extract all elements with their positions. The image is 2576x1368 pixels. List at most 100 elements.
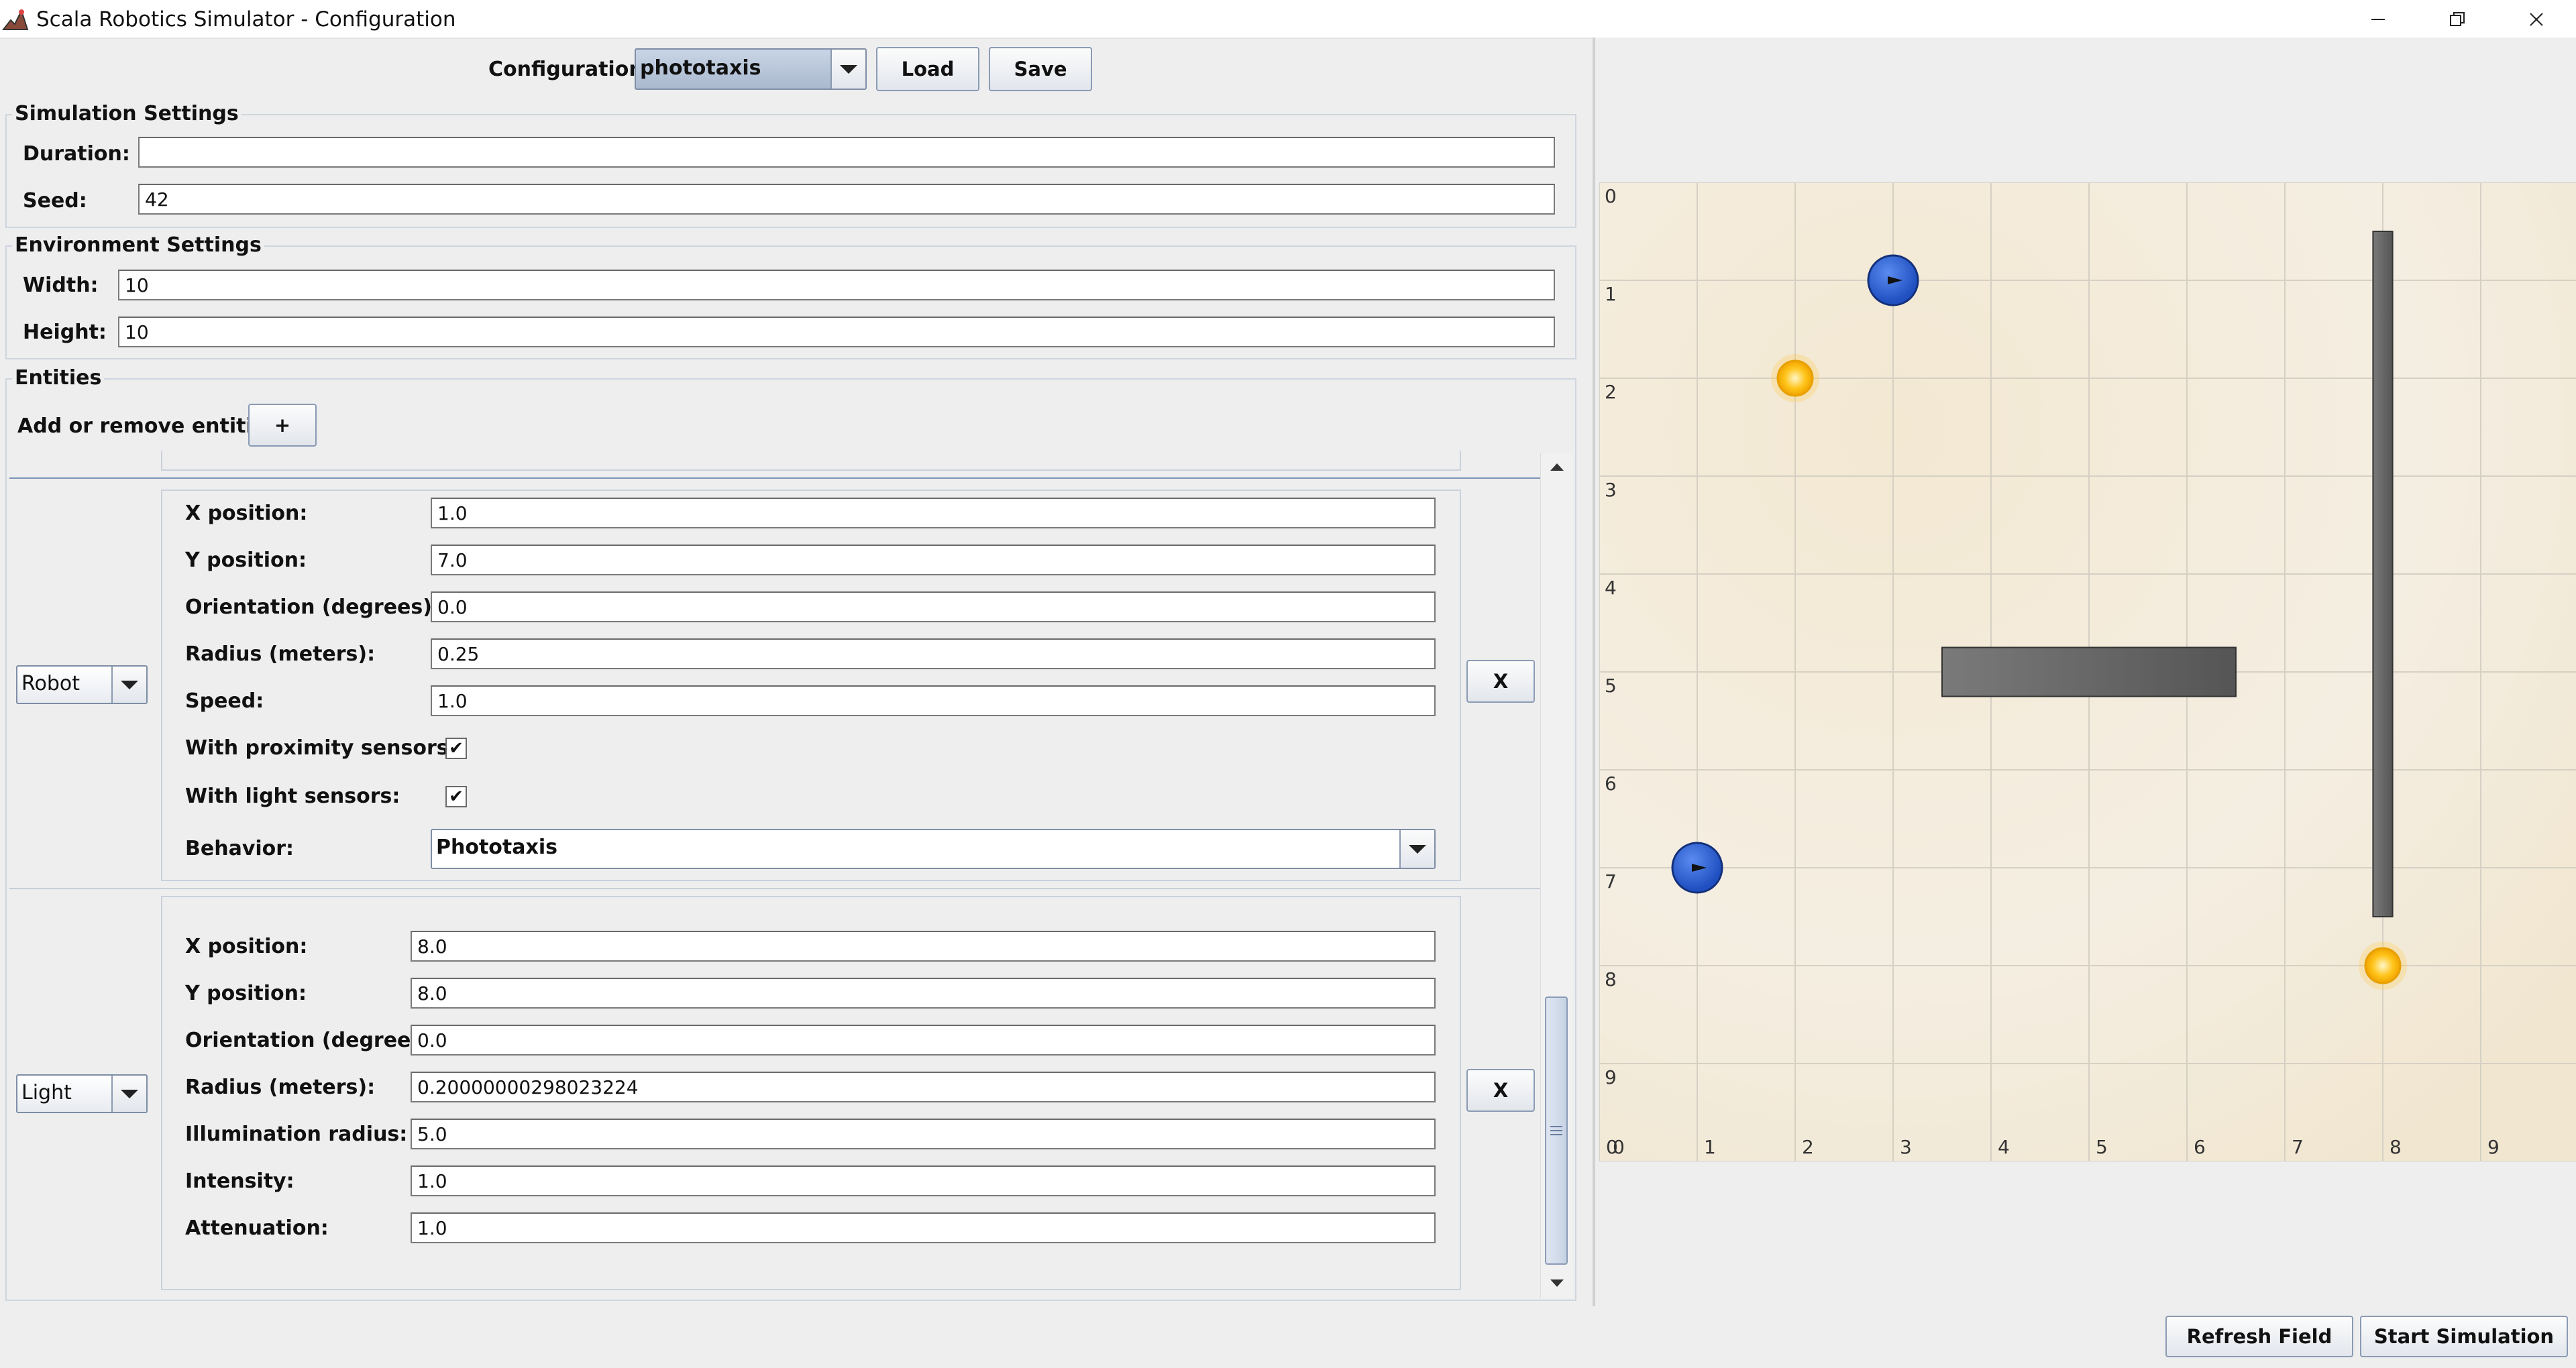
- robot-behavior-dropdown-arrow[interactable]: [1399, 830, 1434, 868]
- light-orientation-input[interactable]: [411, 1025, 1436, 1056]
- robot-remove-button[interactable]: X: [1466, 660, 1535, 703]
- robot-proximity-checkbox[interactable]: ✔: [445, 738, 467, 759]
- robot-type-select[interactable]: Robot: [16, 665, 148, 704]
- x-tick-label: 3: [1900, 1136, 1912, 1158]
- robot-light-sensors-checkbox[interactable]: ✔: [445, 786, 467, 807]
- robot-light-sensors-label: With light sensors:: [185, 785, 400, 808]
- light-core: [2364, 947, 2402, 984]
- light-source: [2359, 942, 2407, 990]
- restore-button[interactable]: [2418, 0, 2497, 39]
- light-entity-panel: X position: Y position: Orientation (deg…: [161, 896, 1461, 1290]
- entities-title: Entities: [12, 365, 105, 392]
- height-label: Height:: [23, 321, 107, 344]
- y-tick-label: 8: [1605, 968, 1617, 990]
- configuration-select[interactable]: phototaxis: [635, 48, 867, 90]
- duration-label: Duration:: [23, 142, 130, 166]
- y-tick-label: 5: [1605, 675, 1617, 697]
- y-tick-label: 4: [1605, 577, 1617, 599]
- x-tick-label: 8: [2390, 1136, 2402, 1158]
- environment-settings-title: Environment Settings: [12, 232, 264, 259]
- simulation-field[interactable]: 01234567890 1 2 3 4 5 6 7 8 90: [1599, 182, 2576, 1161]
- seed-input[interactable]: [138, 184, 1555, 215]
- x-tick-label: 6: [2194, 1136, 2206, 1158]
- add-remove-label: Add or remove entities:: [17, 414, 286, 438]
- scroll-thumb[interactable]: [1545, 996, 1568, 1265]
- seed-label: Seed:: [23, 189, 87, 213]
- light-intensity-input[interactable]: [411, 1165, 1436, 1196]
- restore-icon: [2450, 12, 2465, 26]
- title-bar: Scala Robotics Simulator - Configuration: [0, 0, 2576, 39]
- x-tick-label: 2: [1802, 1136, 1814, 1158]
- obstacle: [2372, 231, 2394, 917]
- y-tick-label: 3: [1605, 479, 1617, 501]
- chevron-down-icon: [121, 1089, 138, 1098]
- robot-behavior-select[interactable]: Phototaxis: [431, 829, 1436, 869]
- window-title: Scala Robotics Simulator - Configuration: [36, 7, 456, 32]
- entity-separator: [9, 888, 1540, 889]
- light-type-select[interactable]: Light: [16, 1074, 148, 1113]
- entity-separator: [9, 477, 1540, 479]
- configuration-dropdown-arrow[interactable]: [830, 50, 865, 89]
- light-type-value: Light: [21, 1081, 72, 1104]
- y-tick-label: 6: [1605, 773, 1617, 795]
- robot-type-dropdown-arrow[interactable]: [111, 667, 146, 703]
- minimize-button[interactable]: [2339, 0, 2418, 39]
- scroll-down-button[interactable]: [1542, 1270, 1572, 1297]
- light-x-label: X position:: [185, 935, 308, 958]
- checkmark-icon: ✔: [449, 738, 464, 758]
- robot-orientation-input[interactable]: [431, 591, 1436, 622]
- entities-scrollbar[interactable]: [1540, 453, 1572, 1298]
- configuration-label: Configuration:: [488, 58, 651, 81]
- simulation-settings-title: Simulation Settings: [12, 101, 241, 127]
- chevron-down-icon: [121, 680, 138, 689]
- light-illumination-label: Illumination radius:: [185, 1123, 408, 1146]
- light-source: [1771, 354, 1819, 402]
- obstacle: [1941, 646, 2237, 697]
- robot-x-input[interactable]: [431, 498, 1436, 528]
- x-tick-label: 5: [2096, 1136, 2108, 1158]
- robot-y-input[interactable]: [431, 545, 1436, 575]
- y-tick-label: 1: [1605, 283, 1617, 305]
- light-attenuation-label: Attenuation:: [185, 1216, 329, 1240]
- x-tick-label: 7: [2292, 1136, 2304, 1158]
- robot-speed-label: Speed:: [185, 689, 264, 713]
- refresh-field-button[interactable]: Refresh Field: [2165, 1316, 2353, 1357]
- light-radius-label: Radius (meters):: [185, 1076, 376, 1099]
- light-attenuation-input[interactable]: [411, 1212, 1436, 1243]
- checkmark-icon: ✔: [449, 787, 464, 807]
- robot-proximity-label: With proximity sensors:: [185, 736, 457, 760]
- robot-radius-input[interactable]: [431, 638, 1436, 669]
- scroll-up-button[interactable]: [1542, 453, 1572, 480]
- light-radius-input[interactable]: [411, 1072, 1436, 1102]
- robot: [1867, 254, 1919, 306]
- entities-scroll-area[interactable]: Robot X position: Y position: Orientatio…: [9, 451, 1540, 1298]
- light-y-input[interactable]: [411, 978, 1436, 1009]
- light-x-input[interactable]: [411, 931, 1436, 962]
- add-entity-button[interactable]: +: [248, 404, 317, 447]
- origin-label: 0: [1613, 1136, 1625, 1158]
- arrow-up-icon: [1550, 463, 1564, 471]
- load-button[interactable]: Load: [876, 47, 979, 91]
- arrow-down-icon: [1550, 1279, 1564, 1287]
- grip-icon: [1550, 1126, 1562, 1135]
- width-input[interactable]: [118, 270, 1555, 300]
- height-input[interactable]: [118, 317, 1555, 347]
- entity-panel-partial: [161, 451, 1461, 471]
- start-simulation-button[interactable]: Start Simulation: [2360, 1316, 2568, 1357]
- close-button[interactable]: [2497, 0, 2576, 39]
- robot-radius-label: Radius (meters):: [185, 642, 376, 666]
- duration-input[interactable]: [138, 137, 1555, 168]
- x-tick-label: 1: [1704, 1136, 1716, 1158]
- save-button[interactable]: Save: [989, 47, 1092, 91]
- robot-type-value: Robot: [21, 672, 80, 695]
- robot-behavior-value: Phototaxis: [436, 836, 557, 859]
- light-illumination-input[interactable]: [411, 1119, 1436, 1149]
- light-core: [1776, 359, 1814, 397]
- light-type-dropdown-arrow[interactable]: [111, 1076, 146, 1112]
- light-remove-button[interactable]: X: [1466, 1069, 1535, 1112]
- y-tick-label: 0: [1605, 185, 1617, 207]
- robot-speed-input[interactable]: [431, 685, 1436, 716]
- robot: [1671, 842, 1723, 894]
- light-y-label: Y position:: [185, 982, 307, 1005]
- robot-y-label: Y position:: [185, 549, 307, 572]
